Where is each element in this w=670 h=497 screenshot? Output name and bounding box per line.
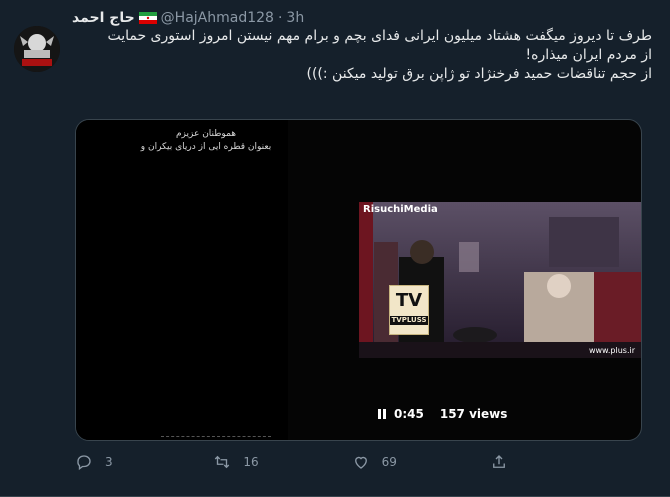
- share-button[interactable]: [490, 453, 570, 471]
- reply-button[interactable]: 3: [75, 453, 155, 471]
- video-intro-line: هموطنان عزیزم: [175, 129, 237, 139]
- display-name[interactable]: حاج احمد: [72, 10, 135, 26]
- video-frame: RisuchiMedia TV TVPLUSS www.plus.ir: [359, 202, 641, 358]
- timestamp[interactable]: 3h: [286, 10, 304, 26]
- tweet-text-line: از مردم ایران میذاره!: [525, 47, 652, 63]
- reply-icon: [77, 455, 91, 471]
- video-controls: 0:45 157 views: [376, 407, 507, 421]
- video-intro-line: بعنوان قطره ایی از دریای بیکران و: [140, 142, 272, 152]
- retweet-icon: [215, 455, 230, 469]
- video-watermark: RisuchiMedia: [363, 204, 438, 215]
- share-icon: [493, 455, 505, 468]
- tweet-actions: 3 16 69: [75, 449, 570, 475]
- like-button[interactable]: 69: [352, 453, 432, 471]
- video-intro-text: هموطنان عزیزم بعنوان قطره ایی از دریای ب…: [121, 128, 291, 154]
- video-player[interactable]: هموطنان عزیزم بعنوان قطره ایی از دریای ب…: [75, 119, 642, 441]
- video-time: 0:45: [394, 407, 424, 421]
- pause-icon[interactable]: [376, 408, 388, 420]
- like-count: 69: [381, 455, 397, 469]
- tweet[interactable]: حاج احمد @HajAhmad128 · 3h طرف تا دیروز …: [0, 0, 670, 497]
- separator: ·: [277, 10, 283, 26]
- reply-count: 3: [105, 455, 113, 469]
- tweet-text-line: طرف تا دیروز میگفت هشتاد میلیون ایرانی ف…: [107, 28, 652, 44]
- tweet-header: حاج احمد @HajAhmad128 · 3h: [72, 8, 654, 28]
- video-intro-divider: [161, 436, 271, 438]
- site-watermark: www.plus.ir: [588, 346, 635, 355]
- tweet-text-line: از حجم تناقضات حمید فرخنژاد تو ژاپن برق …: [306, 66, 652, 82]
- video-intro-panel: هموطنان عزیزم بعنوان قطره ایی از دریای ب…: [76, 120, 288, 440]
- retweet-count: 16: [243, 455, 259, 469]
- tv-logo: TV TVPLUSS: [389, 285, 429, 335]
- tv-logo-text: TV: [395, 290, 423, 311]
- user-handle[interactable]: @HajAhmad128: [161, 10, 274, 26]
- tweet-text: طرف تا دیروز میگفت هشتاد میلیون ایرانی ف…: [72, 27, 652, 84]
- avatar[interactable]: [14, 26, 60, 72]
- iran-flag-icon: [138, 12, 157, 24]
- heart-icon: [354, 456, 367, 469]
- tv-logo-subtext: TVPLUSS: [390, 316, 428, 325]
- retweet-button[interactable]: 16: [213, 453, 293, 471]
- view-count: 157 views: [439, 407, 508, 421]
